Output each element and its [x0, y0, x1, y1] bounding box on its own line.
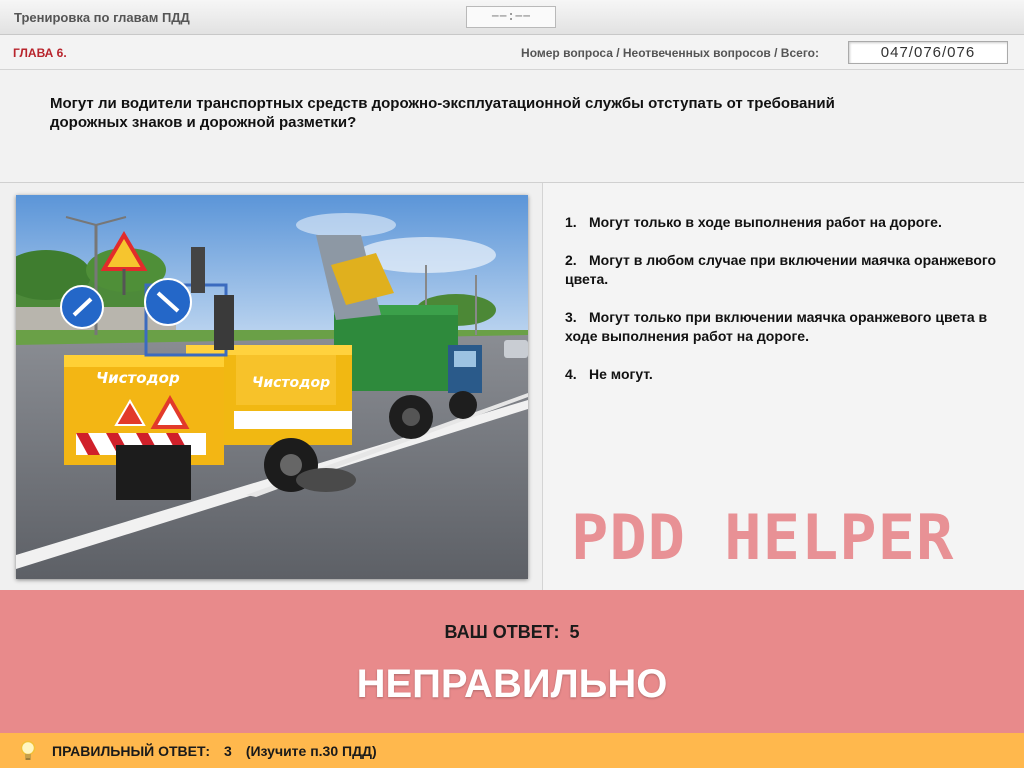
question-area: Могут ли водители транспортных средств д…: [0, 70, 1024, 183]
vehicle-brand-text: Чистодор: [96, 369, 180, 387]
timer-display: −−:−−: [466, 6, 556, 28]
answer-text: Не могут.: [589, 366, 653, 382]
vehicle-brand-text: Чистодор: [252, 375, 330, 391]
answer-option-3[interactable]: 3. Могут только при включении маячка оран…: [565, 308, 1010, 346]
lightbulb-icon: [20, 740, 36, 760]
answer-text: Могут только при включении маячка оранже…: [565, 309, 988, 344]
answer-text: Могут в любом случае при включении маячк…: [565, 252, 997, 287]
answers-panel: 1. Могут только в ходе выполнения работ н…: [543, 183, 1024, 590]
chapter-bar: ГЛАВА 6. Номер вопроса / Неотвеченных во…: [0, 35, 1024, 70]
watermark-logo: PDD HELPER: [571, 501, 955, 574]
correct-answer-bar: ПРАВИЛЬНЫЙ ОТВЕТ: 3 (Изучите п.30 ПДД): [0, 733, 1024, 768]
question-image-panel: Чистодор Чистодор: [0, 183, 543, 590]
chapter-label: ГЛАВА 6.: [13, 46, 67, 60]
answer-number: 1.: [565, 214, 577, 230]
your-answer-value: 5: [569, 622, 580, 642]
study-note: (Изучите п.30 ПДД): [245, 743, 377, 759]
answer-option-4[interactable]: 4. Не могут.: [565, 365, 1010, 384]
correct-answer-label: ПРАВИЛЬНЫЙ ОТВЕТ:: [52, 743, 211, 759]
verdict-text: НЕПРАВИЛЬНО: [356, 662, 668, 706]
question-text: Могут ли водители транспортных средств д…: [50, 95, 835, 131]
correct-answer-text: ПРАВИЛЬНЫЙ ОТВЕТ: 3 (Изучите п.30 ПДД): [52, 743, 391, 759]
your-answer-label: ВАШ ОТВЕТ:: [444, 622, 560, 642]
answer-text: Могут только в ходе выполнения работ на …: [589, 214, 942, 230]
answer-number: 4.: [565, 366, 577, 382]
title-bar: Тренировка по главам ПДД −−:−−: [0, 0, 1024, 35]
your-answer: ВАШ ОТВЕТ: 5: [0, 622, 1024, 643]
correct-answer-value: 3: [224, 743, 232, 759]
answer-option-2[interactable]: 2. Могут в любом случае при включении мая…: [565, 251, 1010, 289]
question-counter-label: Номер вопроса / Неотвеченных вопросов / …: [521, 46, 819, 60]
question-counter: 047/076/076: [848, 41, 1008, 64]
answer-number: 3.: [565, 309, 577, 325]
question-photo: Чистодор Чистодор: [16, 195, 528, 579]
app-title: Тренировка по главам ПДД: [14, 10, 190, 25]
answer-number: 2.: [565, 252, 577, 268]
road-sweeper-illustration: Чистодор Чистодор: [16, 195, 528, 579]
answers-list: 1. Могут только в ходе выполнения работ н…: [565, 213, 1010, 403]
result-panel: ВАШ ОТВЕТ: 5 НЕПРАВИЛЬНО: [0, 590, 1024, 733]
answer-option-1[interactable]: 1. Могут только в ходе выполнения работ н…: [565, 213, 1010, 232]
